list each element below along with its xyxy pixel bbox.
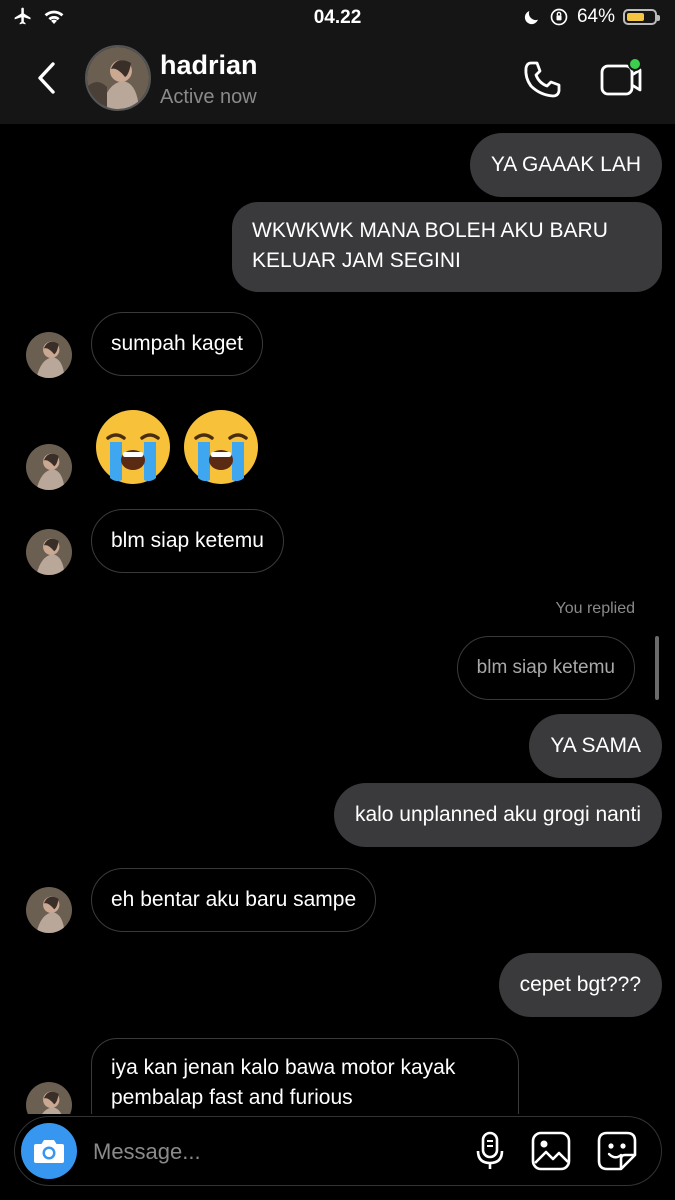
orientation-lock-icon	[550, 8, 568, 26]
message-composer	[14, 1116, 662, 1186]
message-input[interactable]	[91, 1131, 455, 1173]
active-status: Active now	[160, 86, 257, 108]
phone-icon[interactable]	[520, 58, 564, 102]
avatar[interactable]	[85, 45, 151, 111]
avatar[interactable]	[26, 887, 72, 933]
message-outgoing[interactable]: YA GAAAK LAH	[469, 133, 662, 197]
message-emoji[interactable]	[94, 406, 274, 488]
message-incoming[interactable]: iya kan jenan kalo bawa motor kayak pemb…	[91, 1038, 519, 1114]
camera-icon	[34, 1140, 64, 1163]
message-incoming[interactable]: blm siap ketemu	[91, 509, 284, 573]
reply-quote[interactable]: blm siap ketemu	[456, 636, 635, 700]
contact-name[interactable]: hadrian	[160, 50, 258, 81]
gallery-icon[interactable]	[531, 1131, 571, 1171]
back-chevron-icon[interactable]	[28, 58, 68, 98]
moon-icon	[524, 11, 538, 25]
camera-button[interactable]	[21, 1123, 77, 1179]
battery-icon	[623, 9, 660, 25]
message-incoming[interactable]: eh bentar aku baru sampe	[91, 868, 377, 932]
avatar[interactable]	[26, 444, 72, 490]
loudly-crying-face-icon	[96, 410, 170, 484]
status-bar: 04.22 64%	[0, 0, 675, 36]
reply-indicator-bar	[655, 636, 659, 700]
message-outgoing[interactable]: YA SAMA	[529, 714, 662, 778]
message-list[interactable]: YA GAAAK LAH WKWKWK MANA BOLEH AKU BARU …	[0, 124, 675, 1114]
avatar[interactable]	[26, 1082, 72, 1114]
message-outgoing[interactable]: cepet bgt???	[498, 953, 662, 1017]
avatar[interactable]	[26, 332, 72, 378]
sticker-icon[interactable]	[597, 1131, 637, 1171]
avatar[interactable]	[26, 529, 72, 575]
chat-header: hadrian Active now	[0, 36, 675, 124]
message-incoming[interactable]: sumpah kaget	[91, 312, 263, 376]
battery-percent: 64%	[576, 6, 615, 27]
microphone-icon[interactable]	[473, 1131, 507, 1171]
video-camera-icon[interactable]	[598, 58, 644, 102]
loudly-crying-face-icon	[184, 410, 258, 484]
message-outgoing[interactable]: kalo unplanned aku grogi nanti	[333, 783, 662, 847]
reply-label: You replied	[555, 600, 635, 617]
message-outgoing[interactable]: WKWKWK MANA BOLEH AKU BARU KELUAR JAM SE…	[232, 202, 662, 292]
